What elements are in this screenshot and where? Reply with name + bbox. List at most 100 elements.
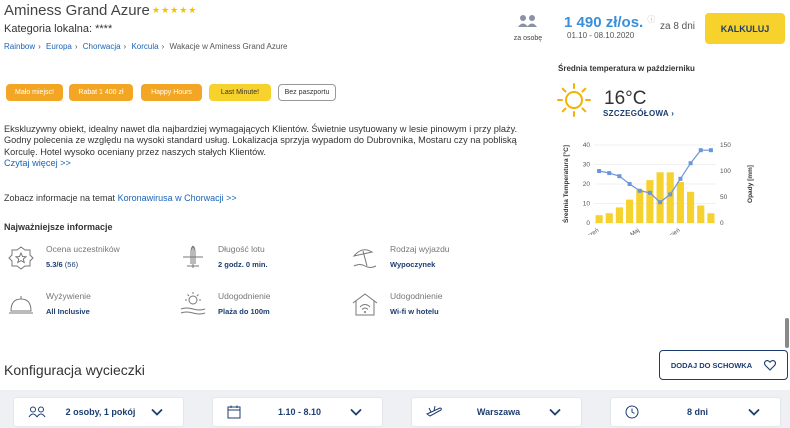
info-value: Plaża do 100m bbox=[218, 307, 270, 316]
sun-icon bbox=[557, 83, 591, 117]
rating-count: (56) bbox=[62, 260, 79, 269]
hotel-category: Kategoria lokalna: **** bbox=[4, 23, 113, 35]
info-value: 5.3/6 (56) bbox=[46, 260, 120, 269]
scrollbar-thumb[interactable] bbox=[785, 318, 789, 348]
chart-line bbox=[597, 148, 713, 205]
info-board: Wyżywienie All Inclusive bbox=[6, 291, 91, 317]
temperature-bar bbox=[646, 180, 654, 223]
y2-tick-label: 100 bbox=[720, 168, 731, 175]
read-more-link[interactable]: Czytaj więcej >> bbox=[4, 158, 71, 168]
rating-value: 5.3/6 bbox=[46, 260, 63, 269]
badge-no-passport: Bez paszportu bbox=[278, 84, 336, 101]
info-trip-type: Rodzaj wyjazdu Wypoczynek bbox=[350, 244, 450, 270]
trip-dates: 01.10 - 08.10.2020 bbox=[567, 31, 635, 40]
temperature-bar bbox=[656, 172, 664, 223]
info-flight-length: Długość lotu 2 godz. 0 min. bbox=[178, 244, 268, 270]
breadcrumb-item[interactable]: Korcula bbox=[131, 42, 158, 51]
breadcrumb-item[interactable]: Europa bbox=[46, 42, 72, 51]
duration-select[interactable]: 8 dni bbox=[610, 397, 781, 427]
info-amenity-beach: Udogodnienie Plaża do 100m bbox=[178, 291, 270, 317]
info-label: Rodzaj wyjazdu bbox=[390, 244, 450, 254]
hotel-name: Aminess Grand Azure bbox=[4, 2, 150, 19]
badge-few-places: Mało miejsc! bbox=[6, 84, 63, 101]
description-text: Ekskluzywny obiekt, idealny nawet dla na… bbox=[4, 124, 518, 157]
precipitation-point bbox=[617, 174, 622, 179]
hotel-stars: ★★★★★ bbox=[152, 5, 198, 15]
precipitation-point bbox=[658, 200, 663, 205]
info-label: Długość lotu bbox=[218, 244, 265, 254]
temperature-bar bbox=[676, 182, 684, 223]
temperature-bar bbox=[595, 215, 603, 223]
temperature-value: 16°C bbox=[604, 88, 647, 109]
y2-tick-label: 0 bbox=[720, 220, 724, 227]
temperature-bar bbox=[687, 191, 695, 223]
info-amenity-wifi: Udogodnienie Wi-fi w hotelu bbox=[350, 291, 442, 317]
precipitation-point bbox=[627, 182, 632, 186]
price-value: 1 490 zł/os. bbox=[564, 14, 644, 31]
precipitation-point bbox=[668, 192, 673, 197]
covid-prefix: Zobacz informacje na temat bbox=[4, 193, 118, 203]
breadcrumb-separator: › bbox=[38, 42, 41, 51]
badge-happy-hours: Happy Hours bbox=[141, 84, 202, 101]
dates-value: 1.10 - 8.10 bbox=[277, 407, 322, 417]
breadcrumb-separator: › bbox=[123, 42, 127, 51]
precipitation-point bbox=[678, 176, 683, 181]
save-label: DODAJ DO SCHOWKA bbox=[670, 360, 753, 370]
airplane-icon bbox=[183, 245, 203, 268]
per-person-label: za osobę bbox=[513, 35, 543, 42]
price-info-icon[interactable]: ⓘ bbox=[647, 15, 655, 24]
dates-select[interactable]: 1.10 - 8.10 bbox=[212, 397, 383, 427]
add-to-clipboard-button[interactable]: DODAJ DO SCHOWKA bbox=[659, 350, 788, 380]
info-label: Ocena uczestników bbox=[46, 244, 120, 254]
config-title: Konfiguracja wycieczki bbox=[4, 362, 145, 378]
departure-value: Warszawa bbox=[476, 407, 521, 417]
weather-title: Średnia temperatura w październiku bbox=[558, 64, 695, 73]
x-tick-label: Wrzesień bbox=[658, 228, 682, 235]
chevron-down-icon bbox=[748, 408, 760, 416]
weather-detail-link[interactable]: SZCZEGÓŁOWA › bbox=[603, 109, 674, 118]
travelers-select[interactable]: 2 osoby, 1 pokój bbox=[13, 397, 184, 427]
travelers-value: 2 osoby, 1 pokój bbox=[65, 407, 136, 417]
trip-days: za 8 dni bbox=[660, 21, 696, 32]
info-label: Udogodnienie bbox=[390, 291, 443, 301]
temperature-bar bbox=[605, 213, 613, 223]
price: 1 490 zł/os. ⓘ bbox=[564, 14, 655, 31]
y2-tick-label: 150 bbox=[720, 142, 731, 149]
info-value: Wypoczynek bbox=[390, 260, 436, 269]
temperature-bar bbox=[636, 189, 644, 223]
duration-value: 8 dni bbox=[686, 407, 708, 417]
chevron-down-icon bbox=[549, 408, 561, 416]
rating-badge-icon bbox=[8, 246, 34, 270]
breadcrumb-separator: › bbox=[161, 42, 165, 51]
breadcrumb-item[interactable]: Rainbow bbox=[4, 42, 35, 51]
temperature-bar bbox=[666, 172, 674, 223]
breadcrumb: Rainbow › Europa › Chorwacja › Korcula › Wak… bbox=[4, 42, 287, 51]
y-axis-label: Średnia Temperatura [°C] bbox=[561, 145, 570, 223]
per-person-indicator: za osobę bbox=[512, 14, 544, 42]
y2-axis-label: Opady [mm] bbox=[747, 165, 754, 203]
cloche-icon bbox=[9, 296, 33, 314]
precipitation-point bbox=[597, 169, 602, 173]
temperature-chart: 0 10 20 30 40 0 50 100 150 Styczeń Maj Wrzesień Śred… bbox=[561, 142, 754, 235]
y2-tick-label: 50 bbox=[720, 194, 728, 201]
calculate-button[interactable]: KALKULUJ bbox=[705, 13, 785, 44]
breadcrumb-item[interactable]: Chorwacja bbox=[83, 42, 121, 51]
chevron-down-icon bbox=[151, 408, 163, 416]
covid-link[interactable]: Koronawirusa w Chorwacji >> bbox=[118, 193, 237, 203]
departure-select[interactable]: Warszawa bbox=[411, 397, 582, 427]
temperature-bar bbox=[626, 199, 634, 223]
precipitation-point bbox=[637, 188, 642, 193]
y-tick-label: 20 bbox=[583, 181, 591, 188]
y-tick-label: 30 bbox=[583, 162, 591, 169]
clock-icon bbox=[625, 405, 639, 419]
key-info-title: Najważniejsze informacje bbox=[4, 222, 113, 232]
people-icon bbox=[518, 15, 537, 27]
y-tick-label: 0 bbox=[586, 220, 590, 227]
breadcrumb-current: Wakacje w Aminess Grand Azure bbox=[169, 42, 288, 51]
temperature-bar bbox=[707, 213, 715, 223]
badge-discount: Rabat 1 400 zł bbox=[69, 84, 133, 101]
info-value: 2 godz. 0 min. bbox=[218, 260, 268, 269]
y-tick-label: 40 bbox=[583, 142, 591, 149]
beach-umbrella-icon bbox=[352, 249, 377, 268]
precipitation-point bbox=[607, 171, 612, 176]
